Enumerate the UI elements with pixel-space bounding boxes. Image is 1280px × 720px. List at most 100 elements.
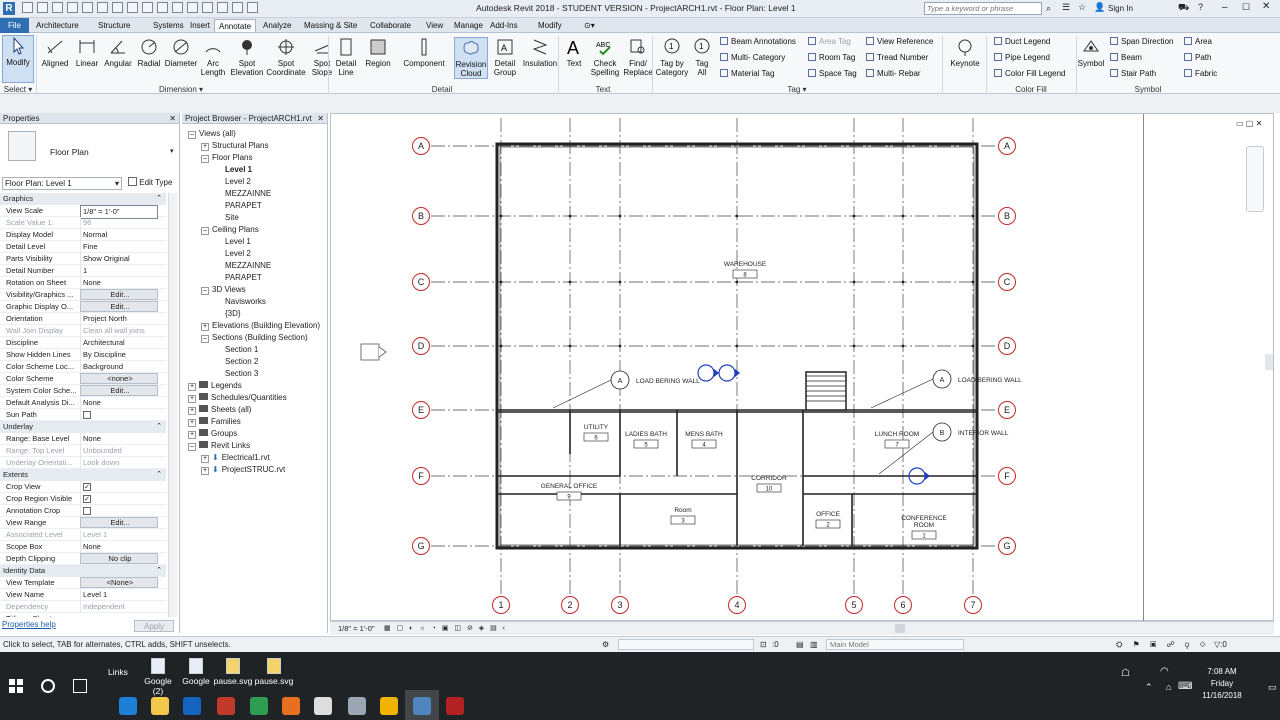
angular-button[interactable]: Angular bbox=[102, 37, 134, 68]
material-tag-button[interactable]: Material Tag bbox=[720, 69, 774, 79]
prop-view-range[interactable]: View Range Edit... bbox=[0, 517, 166, 529]
desktop-link-pause-svg[interactable]: pause.svg bbox=[254, 658, 294, 686]
navigation-bar[interactable] bbox=[1246, 146, 1264, 212]
undo-icon[interactable] bbox=[67, 2, 78, 13]
expand-icon[interactable]: + bbox=[201, 467, 209, 475]
app-icon[interactable] bbox=[348, 697, 366, 715]
modify-button[interactable]: Modify bbox=[2, 35, 34, 83]
contextual-options-icon[interactable]: ⊙▾ bbox=[580, 19, 599, 32]
stair-path-button[interactable]: Stair Path bbox=[1110, 69, 1156, 79]
checkbox[interactable]: ✓ bbox=[80, 493, 158, 505]
tab-architecture[interactable]: Architecture bbox=[32, 19, 83, 32]
expand-icon[interactable]: + bbox=[188, 395, 196, 403]
browser-node-sections-building-section[interactable]: – Sections (Building Section) bbox=[201, 332, 308, 343]
browser-node-floor-plans[interactable]: – Floor Plans bbox=[201, 152, 252, 163]
3d-view-icon[interactable] bbox=[172, 2, 183, 13]
desktop-link-pause-svg[interactable]: pause.svg bbox=[213, 658, 253, 686]
expand-icon[interactable]: + bbox=[188, 407, 196, 415]
unchecked-checkbox-icon[interactable] bbox=[83, 411, 91, 419]
close-browser-icon[interactable]: ✕ bbox=[317, 113, 324, 124]
sign-in-link[interactable]: Sign In bbox=[1108, 4, 1133, 13]
mail-icon[interactable] bbox=[314, 697, 332, 715]
browser-node-parapet[interactable]: PARAPET bbox=[214, 272, 262, 283]
tab-manage[interactable]: Manage bbox=[450, 19, 487, 32]
floor-plan[interactable]: A AB BC CD DE EF FG G1 2 3 4 5 6 7WAREHOUSE8UTILITY6L… bbox=[331, 114, 1275, 622]
tab-collaborate[interactable]: Collaborate bbox=[366, 19, 415, 32]
prop-orientation[interactable]: Orientation Project North bbox=[0, 313, 166, 325]
section-graphics[interactable]: Graphics ⌃ bbox=[0, 193, 166, 205]
open-icon[interactable] bbox=[22, 2, 33, 13]
section-identity-data[interactable]: Identity Data ⌃ bbox=[0, 565, 166, 577]
worksets-icon[interactable]: ⚙ bbox=[602, 640, 609, 649]
browser-node-level-2[interactable]: Level 2 bbox=[214, 248, 251, 259]
vertical-scrollbar[interactable] bbox=[1265, 354, 1273, 370]
search-icon[interactable]: ⌕ bbox=[1046, 3, 1051, 14]
text-icon[interactable] bbox=[157, 2, 168, 13]
find-replace-button[interactable]: Find/ Replace bbox=[622, 37, 654, 77]
detail-line-button[interactable]: Detail Line bbox=[330, 37, 362, 77]
checked-checkbox-icon[interactable]: ✓ bbox=[83, 483, 91, 491]
clock[interactable]: 7:08 AM Friday 11/16/2018 bbox=[1202, 666, 1242, 702]
tab-annotate[interactable]: Annotate bbox=[214, 19, 257, 32]
section-extents[interactable]: Extents ⌃ bbox=[0, 469, 166, 481]
browser-node-revit-links[interactable]: – Revit Links bbox=[188, 440, 250, 451]
start-button[interactable] bbox=[9, 679, 23, 693]
section-icon[interactable] bbox=[187, 2, 198, 13]
expand-icon[interactable]: + bbox=[188, 383, 196, 391]
area-button[interactable]: Area bbox=[1184, 37, 1212, 47]
sync-icon[interactable] bbox=[52, 2, 63, 13]
tab-modify[interactable]: Modify bbox=[534, 19, 566, 32]
edit-type-button[interactable]: Edit Type bbox=[128, 177, 172, 187]
user-icon[interactable]: 👤 bbox=[1094, 2, 1105, 13]
arc-length-button[interactable]: Arc Length bbox=[198, 37, 228, 77]
expand-icon[interactable] bbox=[214, 272, 222, 280]
browser-node-mezzainne[interactable]: MEZZAINNE bbox=[214, 188, 271, 199]
prop-crop-view[interactable]: Crop View ✓ bbox=[0, 481, 166, 493]
aligned-dim-icon[interactable] bbox=[127, 2, 138, 13]
prop-detail-number[interactable]: Detail Number 1 bbox=[0, 265, 166, 277]
browser-node-section-2[interactable]: Section 2 bbox=[214, 356, 258, 367]
prop-graphic-display-o[interactable]: Graphic Display O... Edit... bbox=[0, 301, 166, 313]
google-drive-icon[interactable] bbox=[250, 697, 268, 715]
spot-elevation-button[interactable]: Spot Elevation bbox=[228, 37, 266, 77]
path-button[interactable]: Path bbox=[1184, 53, 1211, 63]
expand-icon[interactable] bbox=[214, 260, 222, 268]
multi-category-button[interactable]: Multi- Category bbox=[720, 53, 785, 63]
prop-title-on-sheet[interactable]: Title on Sheet bbox=[0, 613, 166, 617]
browser-node-section-3[interactable]: Section 3 bbox=[214, 368, 258, 379]
drawing-area[interactable]: A A B B C C D D E E F F G G 1 2 3 4 5 6 7 WAREHOUSE 8 UTILITY 6 L… bbox=[330, 113, 1275, 622]
notifications-icon[interactable]: ▭ bbox=[1268, 682, 1277, 693]
store-icon[interactable] bbox=[183, 697, 201, 715]
thin-lines-icon[interactable] bbox=[202, 2, 213, 13]
browser-node-elevations-building-elevation[interactable]: + Elevations (Building Elevation) bbox=[201, 320, 320, 331]
favorites-icon[interactable]: ☆ bbox=[1078, 2, 1086, 13]
fabric-button[interactable]: Fabric bbox=[1184, 69, 1217, 79]
duct-legend-button[interactable]: Duct Legend bbox=[994, 37, 1050, 47]
color-fill-legend-button[interactable]: Color Fill Legend bbox=[994, 69, 1065, 79]
expand-icon[interactable]: – bbox=[201, 227, 209, 235]
type-selector[interactable]: Floor Plan bbox=[50, 147, 89, 157]
design-options-icon[interactable]: ▤ bbox=[796, 640, 804, 649]
pipe-legend-button[interactable]: Pipe Legend bbox=[994, 53, 1050, 63]
browser-node-families[interactable]: + Families bbox=[188, 416, 241, 427]
expand-icon[interactable] bbox=[214, 176, 222, 184]
prop-view-name[interactable]: View Name Level 1 bbox=[0, 589, 166, 601]
expand-icon[interactable] bbox=[214, 344, 222, 352]
minimize-button[interactable]: – bbox=[1222, 2, 1228, 13]
editable-only-icon[interactable]: ⊡ bbox=[760, 640, 767, 649]
browser-node-schedules-quantities[interactable]: + Schedules/Quantities bbox=[188, 392, 287, 403]
prop-visibility-graphics[interactable]: Visibility/Graphics ... Edit... bbox=[0, 289, 166, 301]
desktop-link-google[interactable]: Google bbox=[176, 658, 216, 686]
browser-node-3d[interactable]: {3D} bbox=[214, 308, 241, 319]
exclude-options-icon[interactable]: ▥ bbox=[810, 640, 818, 649]
help-icon[interactable]: ? bbox=[1198, 2, 1203, 12]
prop-range-base-level[interactable]: Range: Base Level None bbox=[0, 433, 166, 445]
close-hidden-icon[interactable] bbox=[217, 2, 228, 13]
expand-icon[interactable] bbox=[214, 212, 222, 220]
cortana-icon[interactable] bbox=[41, 679, 55, 693]
expand-icon[interactable] bbox=[214, 356, 222, 364]
expand-icon[interactable]: + bbox=[201, 455, 209, 463]
selection-filter-icons[interactable]: ⛭ ⚑ ▣ ☍ ⚲ ◇ bbox=[1116, 640, 1210, 650]
tray-chevron-icon[interactable]: ⌃ bbox=[1145, 682, 1153, 693]
diameter-button[interactable]: Diameter bbox=[164, 37, 198, 68]
